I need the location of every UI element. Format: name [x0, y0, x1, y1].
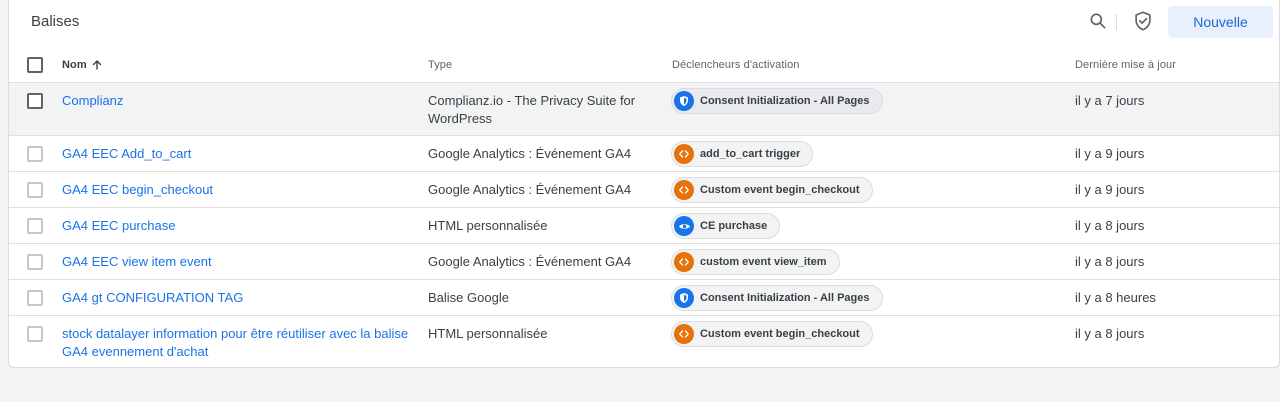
- trigger-chip-label: CE purchase: [700, 220, 768, 232]
- table-row[interactable]: Complianz Complianz.io - The Privacy Suit…: [9, 83, 1279, 136]
- last-updated: il y a 9 jours: [1075, 146, 1145, 161]
- code-icon: [674, 180, 694, 200]
- last-updated: il y a 8 heures: [1075, 290, 1156, 305]
- row-checkbox[interactable]: [27, 326, 43, 342]
- tag-name-text: GA4 EEC Add_to_cart: [62, 146, 192, 161]
- search-icon: [1090, 13, 1106, 29]
- tag-type-text: Complianz.io - The Privacy Suite for: [428, 93, 636, 108]
- row-checkbox[interactable]: [27, 254, 43, 270]
- shield-icon: [674, 288, 694, 308]
- tag-type-text: Google Analytics : Événement GA4: [428, 146, 632, 161]
- tags-card: Balises Nouvelle Nom Type Déclencheurs d…: [8, 0, 1280, 368]
- table-row[interactable]: GA4 gt CONFIGURATION TAG Balise Google Con…: [9, 280, 1279, 316]
- card-header: Balises Nouvelle: [9, 0, 1279, 46]
- column-header-updated[interactable]: Dernière mise à jour: [1075, 59, 1176, 71]
- toolbar-divider: [1116, 14, 1117, 30]
- tag-name-text: GA4 EEC begin_checkout: [62, 182, 214, 197]
- row-checkbox[interactable]: [27, 182, 43, 198]
- tags-table: Nom Type Déclencheurs d'activation Derni…: [9, 46, 1279, 367]
- tag-type-text: Balise Google: [428, 290, 509, 305]
- column-header-triggers[interactable]: Déclencheurs d'activation: [672, 59, 800, 71]
- table-row[interactable]: GA4 EEC view item event Google Analytics …: [9, 244, 1279, 280]
- eye-icon: [674, 216, 694, 236]
- table-row[interactable]: GA4 EEC begin_checkout Google Analytics :…: [9, 172, 1279, 208]
- new-tag-button[interactable]: Nouvelle: [1168, 6, 1273, 38]
- table-header-row: Nom Type Déclencheurs d'activation Derni…: [9, 46, 1279, 83]
- row-checkbox[interactable]: [27, 218, 43, 234]
- tag-name-link[interactable]: GA4 EEC view item event: [62, 253, 212, 271]
- tag-name-text: GA4 evennement d'achat: [62, 344, 209, 359]
- table-row[interactable]: stock datalayer information pour être ré…: [9, 316, 1279, 367]
- column-header-name-label: Nom: [62, 59, 87, 71]
- tag-name-text: Complianz: [62, 93, 124, 108]
- select-all-checkbox[interactable]: [27, 57, 43, 73]
- tag-type: Google Analytics : Événement GA4: [428, 145, 631, 163]
- tag-name-link[interactable]: GA4 EEC begin_checkout: [62, 181, 213, 199]
- code-icon: [674, 252, 694, 272]
- tag-name-link[interactable]: GA4 EEC purchase: [62, 217, 175, 235]
- code-icon: [674, 324, 694, 344]
- tag-name-link[interactable]: Complianz: [62, 92, 123, 110]
- table-row[interactable]: GA4 EEC purchase HTML personnalisée CE pur…: [9, 208, 1279, 244]
- trigger-chip-label: add_to_cart trigger: [700, 148, 801, 160]
- tag-type: Google Analytics : Événement GA4: [428, 181, 631, 199]
- tag-name-text: GA4 EEC view item event: [62, 254, 212, 269]
- shield-check-icon: [1135, 11, 1151, 31]
- trigger-chip[interactable]: CE purchase: [671, 213, 781, 239]
- tag-name-link[interactable]: GA4 gt CONFIGURATION TAG: [62, 289, 243, 307]
- tag-type-text: WordPress: [428, 111, 493, 126]
- trigger-chip[interactable]: Consent Initialization - All Pages: [671, 285, 883, 311]
- column-header-name[interactable]: Nom: [62, 59, 103, 71]
- last-updated: il y a 8 jours: [1075, 218, 1145, 233]
- tag-type: Balise Google: [428, 289, 509, 307]
- trigger-chip[interactable]: add_to_cart trigger: [671, 141, 814, 167]
- code-icon: [674, 144, 694, 164]
- tag-name-link[interactable]: GA4 EEC Add_to_cart: [62, 145, 191, 163]
- tag-type: HTML personnalisée: [428, 325, 547, 343]
- tag-type-text: Google Analytics : Événement GA4: [428, 182, 632, 197]
- trigger-chip[interactable]: Consent Initialization - All Pages: [671, 88, 883, 114]
- tag-type-text: HTML personnalisée: [428, 218, 548, 233]
- last-updated: il y a 9 jours: [1075, 182, 1145, 197]
- arrow-up-icon: [91, 59, 103, 71]
- trigger-chip[interactable]: Custom event begin_checkout: [671, 177, 873, 203]
- trigger-chip-label: Consent Initialization - All Pages: [700, 292, 870, 304]
- tag-type-text: HTML personnalisée: [428, 326, 548, 341]
- trigger-chip-label: Custom event begin_checkout: [700, 184, 860, 196]
- last-updated: il y a 7 jours: [1075, 93, 1145, 108]
- trigger-chip-label: custom event view_item: [700, 256, 827, 268]
- trigger-chip[interactable]: custom event view_item: [671, 249, 840, 275]
- consent-overview-button[interactable]: [1131, 9, 1155, 33]
- tag-type: HTML personnalisée: [428, 217, 547, 235]
- page-title: Balises: [31, 13, 80, 30]
- tag-name-link[interactable]: stock datalayer information pour être ré…: [62, 325, 408, 361]
- tag-name-text: stock datalayer information pour être ré…: [62, 326, 409, 341]
- last-updated: il y a 8 jours: [1075, 326, 1145, 341]
- row-checkbox[interactable]: [27, 290, 43, 306]
- tag-name-text: GA4 gt CONFIGURATION TAG: [62, 290, 244, 305]
- tag-type: Google Analytics : Événement GA4: [428, 253, 631, 271]
- tag-type-text: Google Analytics : Événement GA4: [428, 254, 632, 269]
- table-row[interactable]: GA4 EEC Add_to_cart Google Analytics : Év…: [9, 136, 1279, 172]
- trigger-chip-label: Consent Initialization - All Pages: [700, 95, 870, 107]
- last-updated: il y a 8 jours: [1075, 254, 1145, 269]
- trigger-chip[interactable]: Custom event begin_checkout: [671, 321, 873, 347]
- tag-name-text: GA4 EEC purchase: [62, 218, 176, 233]
- row-checkbox[interactable]: [27, 93, 43, 109]
- column-header-type[interactable]: Type: [428, 59, 452, 71]
- trigger-chip-label: Custom event begin_checkout: [700, 328, 860, 340]
- search-button[interactable]: [1087, 10, 1109, 32]
- row-checkbox[interactable]: [27, 146, 43, 162]
- shield-icon: [674, 91, 694, 111]
- tag-type: Complianz.io - The Privacy Suite for Word…: [428, 92, 635, 128]
